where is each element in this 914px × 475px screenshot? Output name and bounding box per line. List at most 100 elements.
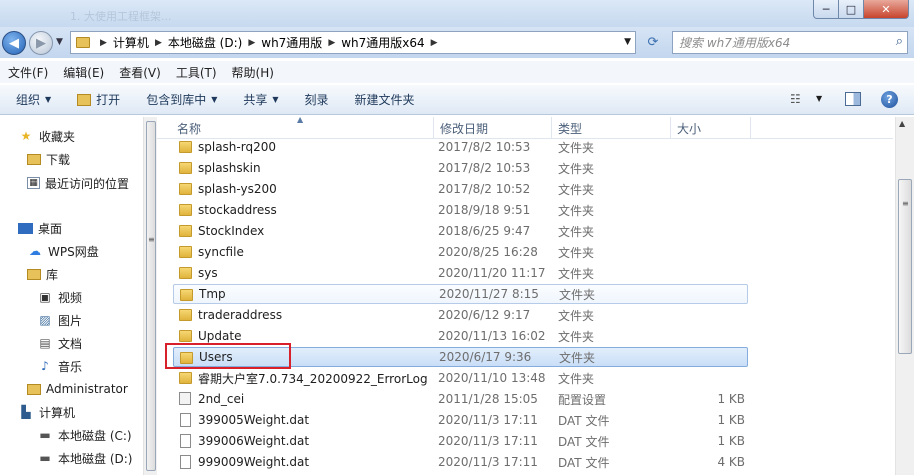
nav-drive-d[interactable]: ▬ 本地磁盘 (D:) <box>37 448 132 468</box>
maximize-button[interactable]: □ <box>838 0 864 19</box>
column-header-date[interactable]: 修改日期 <box>434 117 552 139</box>
nav-scrollbar[interactable]: ≡ <box>143 117 157 475</box>
nav-label: 最近访问的位置 <box>45 176 130 191</box>
chevron-down-icon: ▼ <box>211 95 218 104</box>
nav-desktop[interactable]: 桌面 <box>18 218 62 238</box>
breadcrumb-wh7[interactable]: wh7通用版 <box>261 34 322 51</box>
chevron-right-icon[interactable]: ▶ <box>431 38 438 48</box>
column-headers: ▲ 名称 修改日期 类型 大小 <box>157 117 893 139</box>
folder-icon <box>179 225 192 237</box>
annotation-highlight-box <box>165 343 291 369</box>
document-icon: ▤ <box>39 336 51 350</box>
chevron-right-icon[interactable]: ▶ <box>328 38 335 48</box>
search-input[interactable]: 搜索 wh7通用版x64 ⌕ <box>672 31 908 54</box>
table-row[interactable]: StockIndex 2018/6/25 9:47 文件夹 <box>173 221 748 241</box>
table-row[interactable]: stockaddress 2018/9/18 9:51 文件夹 <box>173 200 748 220</box>
file-type: 文件夹 <box>558 224 595 239</box>
burn-button[interactable]: 刻录 <box>305 91 329 108</box>
breadcrumb-computer[interactable]: 计算机 <box>113 34 149 51</box>
include-in-library-button[interactable]: 包含到库中 ▼ <box>146 91 217 108</box>
nav-wps-cloud[interactable]: ☁ WPS网盘 <box>27 241 99 261</box>
share-label: 共享 <box>243 93 268 107</box>
refresh-button[interactable]: ⟳ <box>641 31 665 54</box>
preview-pane-button[interactable] <box>845 92 861 106</box>
table-row[interactable]: Tmp 2020/11/27 8:15 文件夹 <box>173 284 748 304</box>
file-type: DAT 文件 <box>558 413 610 428</box>
desktop-icon <box>18 222 33 234</box>
back-button[interactable]: ◀ <box>2 31 26 55</box>
nav-music[interactable]: ♪ 音乐 <box>37 356 82 376</box>
nav-administrator[interactable]: Administrator <box>27 379 128 399</box>
menu-edit[interactable]: 编辑(E) <box>63 64 104 81</box>
file-type: 文件夹 <box>558 308 595 323</box>
search-icon[interactable]: ⌕ <box>896 34 903 49</box>
table-row[interactable]: splash-ys200 2017/8/2 10:52 文件夹 <box>173 179 748 199</box>
chevron-right-icon[interactable]: ▶ <box>248 38 255 48</box>
history-dropdown-icon[interactable]: ▼ <box>56 37 63 47</box>
close-button[interactable]: ✕ <box>863 0 909 19</box>
share-button[interactable]: 共享 ▼ <box>243 91 278 108</box>
file-name: 399006Weight.dat <box>198 434 310 448</box>
column-header-name[interactable]: 名称 <box>171 117 434 139</box>
nav-favorites[interactable]: ★ 收藏夹 <box>18 126 75 146</box>
nav-videos[interactable]: ▣ 视频 <box>37 287 82 307</box>
organize-label: 组织 <box>16 93 41 107</box>
nav-downloads[interactable]: 下载 <box>27 149 70 169</box>
file-size: 1 KB <box>717 434 745 448</box>
chevron-right-icon[interactable]: ▶ <box>100 38 107 48</box>
table-row[interactable]: traderaddress 2020/6/12 9:17 文件夹 <box>173 305 748 325</box>
chevron-down-icon[interactable]: ▼ <box>624 37 631 47</box>
file-date: 2018/9/18 9:51 <box>438 203 531 217</box>
file-name: Tmp <box>199 287 226 301</box>
folder-icon <box>179 309 192 321</box>
menu-file[interactable]: 文件(F) <box>8 64 48 81</box>
file-name: traderaddress <box>198 308 283 322</box>
nav-library[interactable]: 库 <box>27 264 58 284</box>
table-row[interactable]: sys 2020/11/20 11:17 文件夹 <box>173 263 748 283</box>
address-bar[interactable]: ▶ 计算机 ▶ 本地磁盘 (D:) ▶ wh7通用版 ▶ wh7通用版x64 ▶… <box>70 31 636 54</box>
table-row[interactable]: 999009Weight.dat 2020/11/3 17:11 DAT 文件 4 K… <box>173 452 748 472</box>
nav-label: 视频 <box>58 290 83 305</box>
open-button[interactable]: 打开 <box>77 91 120 108</box>
table-row[interactable]: splashskin 2017/8/2 10:53 文件夹 <box>173 158 748 178</box>
table-row[interactable]: splash-rq200 2017/8/2 10:53 文件夹 <box>173 137 748 157</box>
organize-button[interactable]: 组织 ▼ <box>16 91 51 108</box>
table-row[interactable]: 399005Weight.dat 2020/11/3 17:11 DAT 文件 1 K… <box>173 410 748 430</box>
burn-label: 刻录 <box>304 93 329 107</box>
folder-icon <box>179 267 192 279</box>
scroll-up-icon[interactable]: ▲ <box>899 119 905 128</box>
address-row: ◀ ▶ ▼ ▶ 计算机 ▶ 本地磁盘 (D:) ▶ wh7通用版 ▶ wh7通用… <box>0 27 914 58</box>
menu-tools[interactable]: 工具(T) <box>176 64 217 81</box>
nav-documents[interactable]: ▤ 文档 <box>37 333 82 353</box>
chevron-down-icon[interactable]: ▼ <box>816 94 822 103</box>
chevron-right-icon[interactable]: ▶ <box>155 38 162 48</box>
forward-button[interactable]: ▶ <box>29 31 53 55</box>
computer-icon: ▙ <box>21 405 31 419</box>
nav-label: Administrator <box>46 382 128 396</box>
nav-computer[interactable]: ▙ 计算机 <box>18 402 75 422</box>
table-row[interactable]: 2nd_cei 2011/1/28 15:05 配置设置 1 KB <box>173 389 748 409</box>
column-header-size[interactable]: 大小 <box>671 117 751 139</box>
file-list-scrollbar[interactable]: ▲ ≡ <box>895 117 914 475</box>
column-header-type[interactable]: 类型 <box>552 117 671 139</box>
new-folder-button[interactable]: 新建文件夹 <box>355 91 415 108</box>
scrollbar-thumb[interactable] <box>146 121 156 471</box>
menu-help[interactable]: 帮助(H) <box>232 64 274 81</box>
table-row[interactable]: 睿期大户室7.0.734_20200922_ErrorLog 2020/11/10… <box>173 368 748 388</box>
table-row[interactable]: 399006Weight.dat 2020/11/3 17:11 DAT 文件 1 K… <box>173 431 748 451</box>
breadcrumb-drive-d[interactable]: 本地磁盘 (D:) <box>168 34 242 51</box>
window-title-ghost: 1. 大使用工程框架... <box>70 10 172 23</box>
menu-view[interactable]: 查看(V) <box>119 64 161 81</box>
breadcrumb-wh7x64[interactable]: wh7通用版x64 <box>341 34 424 51</box>
file-name: splash-rq200 <box>198 140 276 154</box>
table-row[interactable]: syncfile 2020/8/25 16:28 文件夹 <box>173 242 748 262</box>
nav-pictures[interactable]: ▨ 图片 <box>37 310 82 330</box>
nav-drive-c[interactable]: ▬ 本地磁盘 (C:) <box>37 425 131 445</box>
title-bar: 1. 大使用工程框架... ─ □ ✕ <box>0 0 914 27</box>
menu-bar: 文件(F) 编辑(E) 查看(V) 工具(T) 帮助(H) <box>0 61 914 83</box>
help-icon[interactable]: ? <box>881 91 898 108</box>
view-options-icon[interactable]: ☷ <box>790 92 801 106</box>
minimize-button[interactable]: ─ <box>813 0 839 19</box>
nav-recent[interactable]: ▦ 最近访问的位置 <box>27 173 129 193</box>
include-label: 包含到库中 <box>146 93 207 107</box>
